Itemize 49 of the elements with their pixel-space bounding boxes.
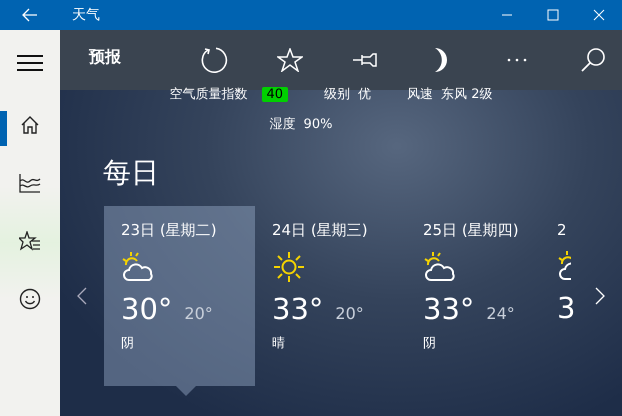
more-icon — [507, 58, 528, 62]
maximize-icon — [547, 9, 559, 21]
aqi-value: 40 — [262, 86, 288, 102]
menu-icon — [17, 54, 43, 72]
humidity-value: 90% — [304, 116, 332, 132]
wind-value: 东风 2级 — [441, 86, 492, 103]
weather-condition: 阴 — [121, 335, 134, 352]
wind-label: 风速 — [407, 86, 434, 103]
refresh-icon — [200, 46, 228, 74]
humidity-label: 湿度 — [270, 116, 296, 133]
star-list-icon — [19, 231, 41, 251]
level-value: 优 — [358, 86, 372, 103]
day-date: 2 — [557, 221, 567, 239]
day-date: 23日 (星期二) — [121, 221, 217, 240]
chevron-right-icon — [595, 287, 605, 305]
high-temperature: 33° — [423, 292, 474, 326]
high-temperature: 33° — [272, 292, 324, 326]
chevron-left-icon — [77, 287, 87, 305]
pin-icon — [352, 52, 380, 68]
page-title: 预报 — [89, 46, 122, 68]
weather-condition: 阴 — [423, 335, 436, 352]
chart-icon — [19, 173, 41, 193]
low-temperature: 20° — [335, 304, 364, 323]
sun-behind-cloud-icon — [557, 249, 571, 283]
back-arrow-icon — [22, 8, 38, 22]
day-card[interactable]: 24日 (星期三) 33° 20° 晴 — [255, 206, 406, 386]
aqi-label: 空气质量指数 — [170, 86, 248, 103]
day-card[interactable]: 2 3 — [557, 206, 575, 386]
day-date: 24日 (星期三) — [272, 221, 368, 240]
day-card[interactable]: 25日 (星期四) 33° 24° 阴 — [406, 206, 557, 386]
smiley-icon — [19, 288, 41, 310]
section-heading: 每日 — [103, 155, 160, 191]
level-label: 级别 — [324, 86, 350, 103]
sun-icon — [272, 250, 306, 284]
sun-behind-cloud-icon — [423, 250, 457, 284]
close-icon — [593, 9, 605, 21]
sun-behind-cloud-icon — [121, 250, 155, 284]
low-temperature: 24° — [486, 304, 515, 323]
search-icon — [580, 47, 606, 73]
high-temperature: 30° — [121, 292, 172, 326]
weather-condition: 晴 — [272, 335, 285, 352]
selection-pointer — [176, 386, 196, 396]
moon-icon — [433, 47, 450, 73]
window-title: 天气 — [72, 6, 100, 24]
star-icon — [276, 48, 303, 72]
low-temperature: 20° — [184, 304, 213, 323]
high-temperature: 3 — [557, 291, 576, 325]
home-icon — [20, 115, 40, 135]
day-date: 25日 (星期四) — [423, 221, 519, 240]
